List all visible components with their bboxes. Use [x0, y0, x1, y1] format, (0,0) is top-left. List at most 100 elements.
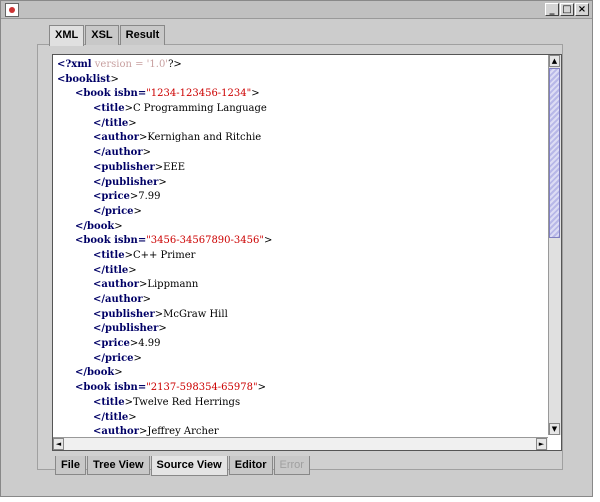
scroll-down-icon[interactable]: ▼ [549, 423, 560, 435]
text-content: >McGraw Hill [154, 308, 228, 320]
text-content: > [133, 352, 142, 364]
xml-tag: </publisher [93, 176, 159, 188]
source-line: <author>Kernighan and Ritchie [57, 131, 272, 146]
tab-result[interactable]: Result [119, 25, 166, 45]
xml-tag: </author [93, 147, 143, 159]
attribute-value: "3456-34567890-3456" [146, 235, 264, 247]
source-line: <price>7.99 [57, 190, 272, 205]
attribute-value: "1234-123456-1234" [146, 88, 252, 100]
scroll-left-icon[interactable]: ◄ [53, 438, 64, 450]
source-line: <title>C++ Primer [57, 249, 272, 264]
xml-tag: <book isbn= [75, 235, 147, 247]
source-text[interactable]: <?xml version = '1.0'?> <booklist> <book i… [57, 58, 272, 440]
source-line: </author> [57, 146, 272, 161]
text-content: >Twelve Red Herrings [124, 396, 241, 408]
title-bar[interactable]: _ □ × [1, 1, 592, 19]
xml-tag: <publisher [93, 161, 155, 173]
text-content: > [128, 411, 137, 423]
text-content: > [128, 264, 137, 276]
xml-tag: <author [93, 132, 139, 144]
tab-tree-view[interactable]: Tree View [86, 456, 150, 475]
xml-tag: <author [93, 426, 139, 438]
source-line: <book isbn="1234-123456-1234"> [57, 87, 272, 102]
source-line: </title> [57, 117, 272, 132]
text-content: >Kernighan and Ritchie [138, 132, 262, 144]
source-line: <price>4.99 [57, 337, 272, 352]
text-content: > [257, 382, 266, 394]
xml-tag: <author [93, 279, 139, 291]
tab-error: Error [273, 456, 310, 475]
source-line: <book isbn="2137-598354-65978"> [57, 381, 272, 396]
xml-tag: </book [75, 367, 115, 379]
attribute-value: "2137-598354-65978" [146, 382, 258, 394]
xml-declaration: version = '1.0' [91, 59, 169, 70]
java-app-icon[interactable] [5, 3, 19, 17]
text-content: > [158, 323, 167, 335]
xml-tag: </book [75, 220, 115, 232]
text-content: > [114, 220, 123, 232]
text-content: >C Programming Language [124, 103, 267, 115]
text-content: > [142, 147, 151, 159]
xml-tag: <price [93, 191, 130, 203]
source-line: </book> [57, 220, 272, 235]
source-line: <?xml version = '1.0'?> [57, 58, 272, 73]
source-line: </price> [57, 352, 272, 367]
tab-xml[interactable]: XML [49, 25, 85, 46]
text-content: ?> [168, 59, 182, 70]
tab-file[interactable]: File [55, 456, 86, 475]
source-line: </title> [57, 264, 272, 279]
text-content: > [251, 88, 260, 100]
xml-tag: <publisher [93, 308, 155, 320]
xml-tag: </price [93, 205, 134, 217]
close-button[interactable]: × [575, 3, 589, 16]
xml-tag: <title [93, 249, 125, 261]
xml-tag: </author [93, 294, 143, 305]
text-content: > [158, 176, 167, 188]
tab-source-view[interactable]: Source View [150, 456, 228, 476]
document-tabs: XML XSL Result [49, 25, 166, 46]
xml-tag: </title [93, 264, 129, 276]
maximize-button[interactable]: □ [560, 3, 574, 16]
source-line: </publisher> [57, 176, 272, 191]
source-line: <title>Twelve Red Herrings [57, 396, 272, 411]
text-content: >Jeffrey Archer [138, 426, 219, 438]
source-line: <publisher>McGraw Hill [57, 308, 272, 323]
source-line: <book isbn="3456-34567890-3456"> [57, 234, 272, 249]
source-line: </book> [57, 366, 272, 381]
text-content: > [263, 235, 273, 247]
xml-tag: <?xml [57, 59, 92, 70]
source-line: </title> [57, 411, 272, 426]
text-content: >Lippmann [138, 279, 199, 291]
source-line: </author> [57, 293, 272, 308]
xml-tag: </title [93, 411, 129, 423]
xml-source-editor[interactable]: <?xml version = '1.0'?> <booklist> <book i… [52, 54, 562, 451]
xml-tag: <booklist [57, 73, 111, 85]
view-tabs: File Tree View Source View Editor Error [55, 456, 311, 476]
text-content: >EEE [154, 161, 186, 173]
text-content: > [133, 205, 142, 217]
xml-tag: </publisher [93, 323, 159, 335]
source-line: <publisher>EEE [57, 161, 272, 176]
text-content: > [114, 367, 123, 379]
xml-tag: <book isbn= [75, 88, 147, 100]
text-content: > [142, 294, 151, 305]
xml-tag: <title [93, 103, 125, 115]
source-line: </price> [57, 205, 272, 220]
text-content: > [110, 73, 119, 85]
tab-editor[interactable]: Editor [228, 456, 273, 475]
scroll-right-icon[interactable]: ► [536, 438, 547, 450]
minimize-button[interactable]: _ [545, 3, 559, 16]
tab-xsl[interactable]: XSL [85, 25, 119, 45]
xml-tag: </title [93, 117, 129, 129]
scroll-up-icon[interactable]: ▲ [549, 55, 560, 67]
source-line: <booklist> [57, 73, 272, 88]
text-content: >C++ Primer [124, 249, 196, 261]
source-line: <title>C Programming Language [57, 102, 272, 117]
horizontal-scrollbar[interactable] [53, 437, 548, 450]
text-content: > [128, 117, 137, 129]
text-content: >4.99 [129, 338, 161, 350]
source-line: <author>Lippmann [57, 278, 272, 293]
xml-tag: </price [93, 352, 134, 364]
vertical-scroll-thumb[interactable] [549, 68, 560, 238]
xml-tag: <book isbn= [75, 382, 147, 394]
